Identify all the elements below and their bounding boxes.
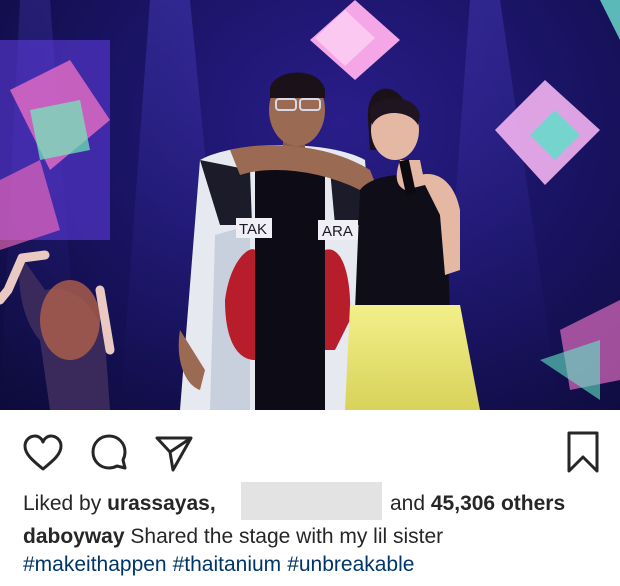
likes-summary: Liked by urassayas, xyxy=(23,487,216,521)
hashtag[interactable]: #unbreakable xyxy=(287,553,414,576)
hashtag[interactable]: #thaitanium xyxy=(173,553,282,576)
post-photo[interactable]: TAK ARA xyxy=(0,0,620,410)
hashtag[interactable]: #makeithappen xyxy=(23,553,167,576)
action-bar xyxy=(0,410,620,488)
heart-icon[interactable] xyxy=(22,434,64,477)
jacket-text-left: TAK xyxy=(239,221,267,238)
redacted-username xyxy=(241,482,382,520)
likes-prefix: Liked by xyxy=(23,492,108,515)
post-caption: daboyway Shared the stage with my lil si… xyxy=(23,523,613,579)
likes-and: and xyxy=(390,492,431,515)
comment-icon[interactable] xyxy=(89,432,129,477)
send-icon[interactable] xyxy=(153,432,195,479)
hashtag-list: #makeithappen #thaitanium #unbreakable xyxy=(23,551,613,579)
stage-scene: TAK ARA xyxy=(0,0,620,410)
bookmark-icon[interactable] xyxy=(565,430,601,479)
caption-username[interactable]: daboyway xyxy=(23,525,125,548)
caption-text: Shared the stage with my lil sister xyxy=(124,525,444,548)
jacket-text-right: ARA xyxy=(322,223,353,240)
likes-others[interactable]: 45,306 others xyxy=(431,492,565,515)
likes-count[interactable]: and 45,306 others xyxy=(390,487,565,521)
liked-by-username[interactable]: urassayas, xyxy=(107,492,216,515)
